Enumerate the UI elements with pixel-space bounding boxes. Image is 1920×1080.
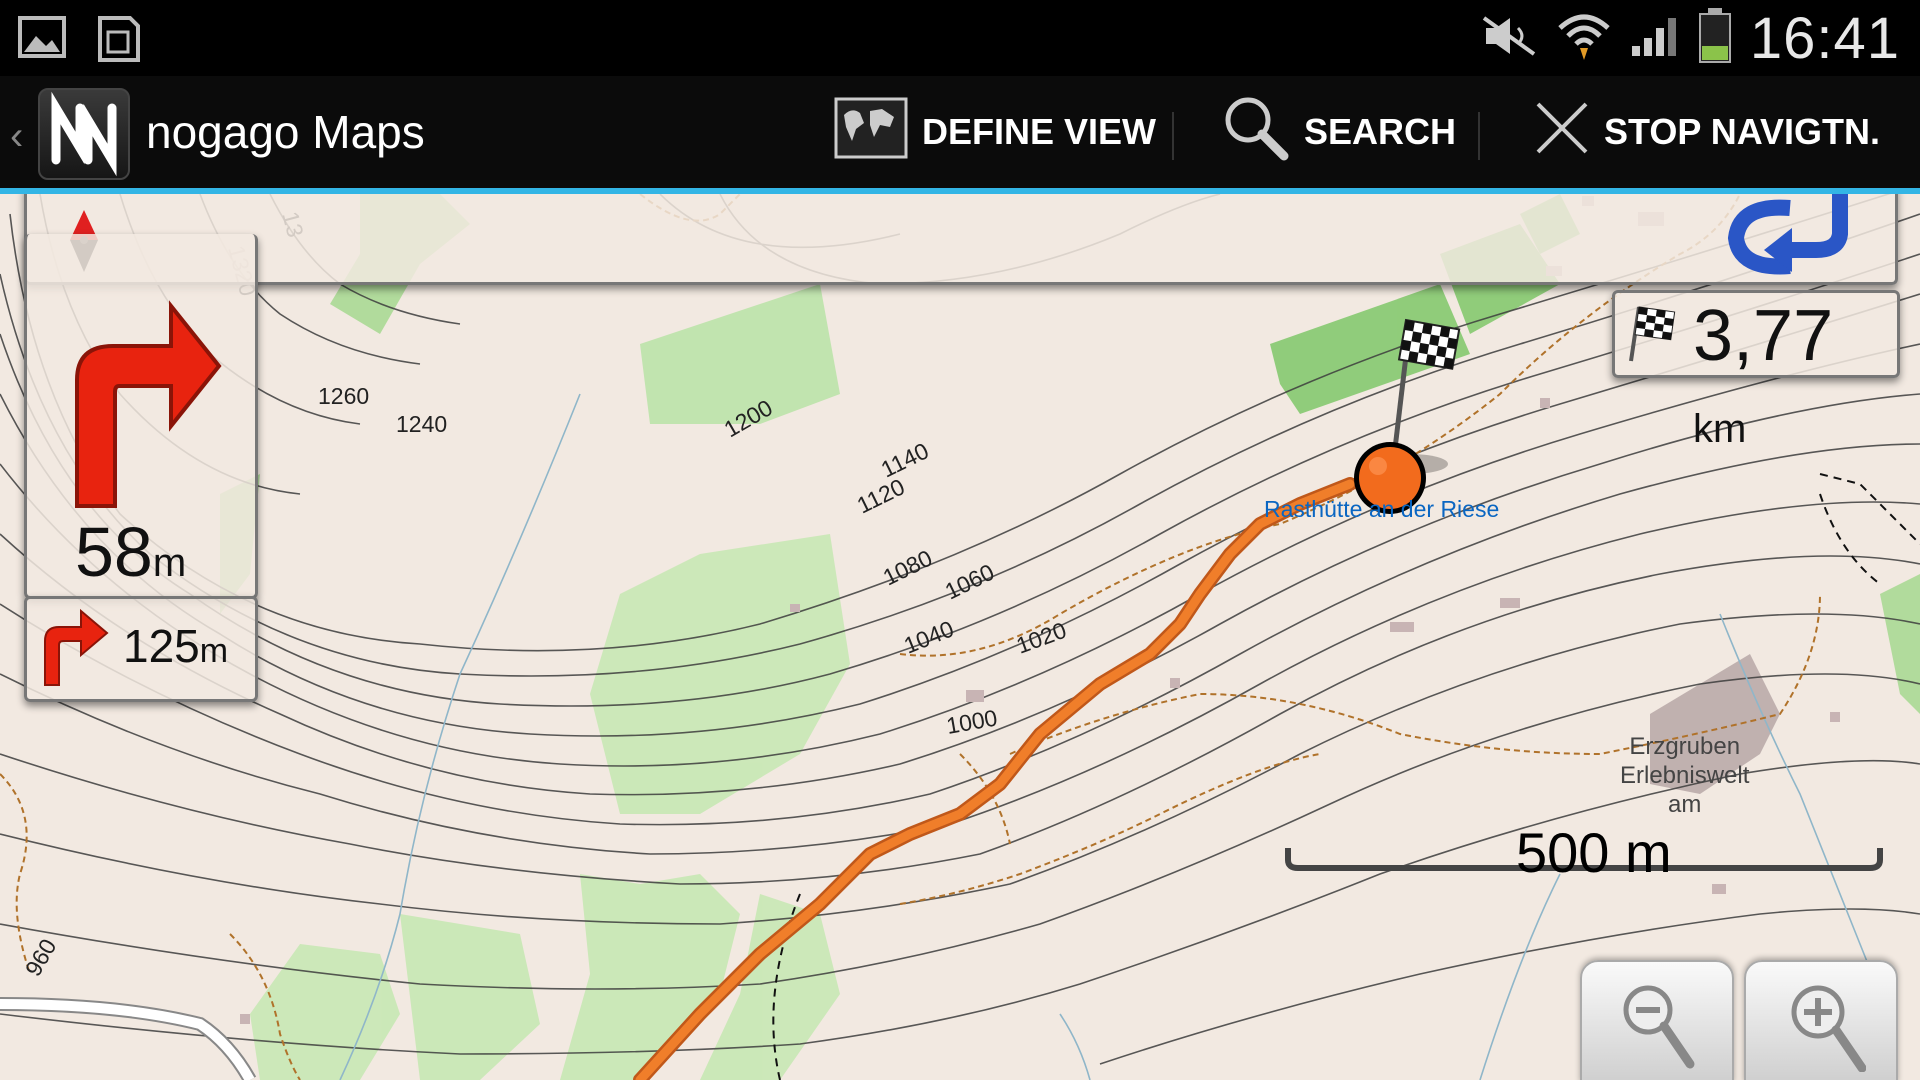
app-title: nogago Maps xyxy=(146,106,425,158)
battery-icon xyxy=(1698,7,1732,69)
status-bar: 16:41 xyxy=(0,0,1920,76)
contour-label: 960 xyxy=(20,934,62,980)
search-button[interactable]: SEARCH xyxy=(1222,76,1456,188)
destination-label[interactable]: Rasthütte an der Riese xyxy=(1264,496,1499,523)
remaining-distance-value: 3,77 km xyxy=(1693,296,1834,451)
stop-navigation-label: STOP NAVIGTN. xyxy=(1604,111,1881,152)
search-icon xyxy=(1222,94,1290,171)
define-view-button[interactable]: DEFINE VIEW xyxy=(834,76,1156,188)
signal-icon xyxy=(1630,14,1680,63)
following-turn-panel[interactable]: 125m xyxy=(24,596,258,702)
wifi-icon xyxy=(1556,10,1612,67)
contour-label: 1240 xyxy=(396,411,447,437)
contour-label: 1120 xyxy=(853,473,909,518)
zoom-out-button[interactable] xyxy=(1580,960,1734,1080)
place-label[interactable]: Erzgruben Erlebniswelt am xyxy=(1620,732,1749,819)
close-icon xyxy=(1534,100,1590,165)
contour-label: 1060 xyxy=(941,559,998,605)
gallery-icon xyxy=(18,16,66,67)
contour-label: 1260 xyxy=(318,383,369,409)
scale-label: 500 m xyxy=(1516,821,1672,884)
world-map-icon xyxy=(834,97,908,168)
search-label: SEARCH xyxy=(1304,111,1457,152)
scale-bar: 500 m xyxy=(1284,820,1884,890)
action-bar: ‹ nogago Maps DEFINE VIEW SEARCH STOP NA… xyxy=(0,76,1920,194)
contour-label: 1140 xyxy=(877,437,933,482)
next-turn-panel[interactable]: 58m xyxy=(24,234,258,599)
contour-label: 1020 xyxy=(1013,617,1070,659)
top-info-strip xyxy=(24,194,1898,285)
clock: 16:41 xyxy=(1749,5,1900,71)
next-turn-distance: 58m xyxy=(75,513,187,591)
map-view[interactable]: 1260 1240 1200 1140 1120 1080 1060 1040 … xyxy=(0,194,1920,1080)
app-logo[interactable] xyxy=(38,88,130,180)
sd-card-icon xyxy=(96,16,140,67)
mute-icon xyxy=(1480,14,1538,63)
contour-label: 1040 xyxy=(900,615,957,658)
zoom-in-button[interactable] xyxy=(1744,960,1898,1080)
contour-label: 1080 xyxy=(879,545,936,591)
following-turn-distance: 125m xyxy=(123,620,229,672)
back-chevron-icon[interactable]: ‹ xyxy=(10,114,23,159)
define-view-label: DEFINE VIEW xyxy=(922,111,1157,152)
stop-navigation-button[interactable]: STOP NAVIGTN. xyxy=(1534,76,1880,188)
remaining-distance-panel[interactable]: 3,77 km xyxy=(1612,290,1900,451)
